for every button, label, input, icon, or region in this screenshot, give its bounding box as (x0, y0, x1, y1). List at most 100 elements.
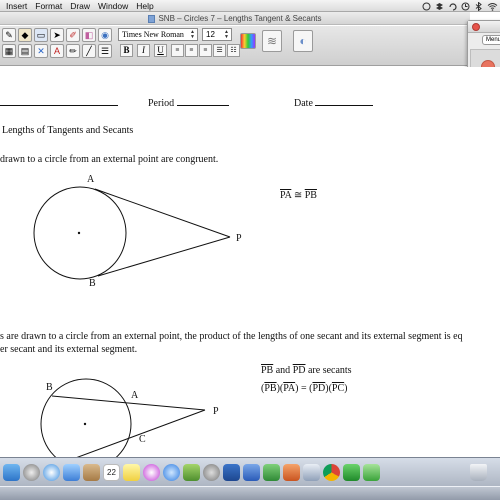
equals-sign: = (300, 383, 307, 394)
magic-pen-icon[interactable]: ✏ (66, 44, 80, 58)
panel-menu-button[interactable]: Menu (482, 35, 500, 45)
sync-icon[interactable] (448, 2, 457, 11)
numbered-list-icon[interactable]: ☷ (227, 44, 240, 57)
secants-suffix: are secants (307, 365, 352, 376)
segment-pb-secant: PB (261, 365, 274, 376)
secant-circle-center (83, 422, 87, 426)
font-size-stepper-icon: ▲ ▼ (224, 29, 229, 40)
tangent-congruence: PA ≅ PB (280, 190, 317, 201)
segment-pb: PB (304, 190, 317, 201)
eq-segment-pc: PC (331, 383, 345, 394)
secant-figure (40, 378, 206, 457)
notes-icon[interactable] (123, 464, 140, 481)
mail-icon[interactable] (63, 464, 80, 481)
tangent-figure (33, 186, 231, 280)
font-family-stepper-icon: ▲ ▼ (190, 30, 195, 40)
app-store-icon[interactable] (163, 464, 180, 481)
bold-button[interactable]: B (120, 44, 133, 57)
finder-icon[interactable] (3, 464, 20, 481)
time-machine-icon[interactable] (461, 2, 470, 11)
segment-pa: PA (280, 190, 292, 201)
eq-segment-pa: PA (283, 383, 296, 394)
point-b-label: B (89, 278, 96, 289)
photos-icon[interactable] (183, 464, 200, 481)
dock: 22 (0, 457, 500, 500)
font-family-select[interactable]: Times New Roman ▲ ▼ (118, 28, 198, 41)
eq-segment-pb: PB (264, 383, 277, 394)
secant-point-c-label: C (139, 434, 146, 445)
menu-help[interactable]: Help (132, 0, 157, 12)
menu-insert[interactable]: Insert (0, 0, 31, 12)
excel-icon[interactable] (263, 464, 280, 481)
segment-pd-secant: PD (292, 365, 306, 376)
wifi-icon[interactable] (487, 2, 498, 11)
theorem-2-line-1: s are drawn to a circle from an external… (0, 331, 463, 342)
word-icon[interactable] (243, 464, 260, 481)
line-style-icon[interactable]: ≋ (262, 30, 282, 52)
facetime-icon[interactable] (363, 464, 380, 481)
color-palette-icon[interactable] (240, 33, 256, 49)
pen-icon[interactable]: ✎ (2, 28, 16, 42)
text-icon[interactable]: A (50, 44, 64, 58)
point-p-label: P (236, 233, 242, 244)
chrome-icon[interactable] (323, 464, 340, 481)
menu-bar: Insert Format Draw Window Help (0, 0, 500, 12)
secant-equation: (PB)(PA) = (PD)(PC) (261, 383, 348, 394)
notification-icon[interactable] (422, 2, 431, 11)
contacts-icon[interactable] (83, 464, 100, 481)
safari-icon[interactable] (43, 464, 60, 481)
italic-button[interactable]: I (137, 44, 150, 57)
tangent-circle-center (77, 231, 81, 235)
eraser-icon[interactable]: ◧ (82, 28, 96, 42)
secants-statement: PB and PD are secants (261, 365, 352, 376)
tangent-line-pb (97, 236, 231, 277)
close-box-icon[interactable]: ✕ (34, 44, 48, 58)
window-title: SNB – Circles 7 – Lengths Tangent & Seca… (158, 14, 322, 23)
panel-close-icon[interactable] (472, 23, 480, 31)
and-word: and (275, 365, 291, 376)
point-a-label: A (87, 174, 95, 185)
document-icon (148, 14, 156, 23)
launchpad-icon[interactable] (23, 464, 40, 481)
properties-icon[interactable]: ☰ (98, 44, 112, 58)
itunes-icon[interactable] (143, 464, 160, 481)
menu-draw[interactable]: Draw (66, 0, 94, 12)
status-area (422, 0, 500, 12)
fill-icon[interactable]: ◉ (98, 28, 112, 42)
smart-notebook-icon[interactable] (223, 464, 240, 481)
align-left-icon[interactable]: ≡ (171, 44, 184, 57)
font-size-select[interactable]: 12 ▲ ▼ (202, 28, 232, 41)
dropbox-icon[interactable] (435, 2, 444, 11)
document-page[interactable]: Period Date Lengths of Tangents and Seca… (0, 67, 500, 457)
screen-icon[interactable]: ▭ (34, 28, 48, 42)
preview-icon[interactable] (303, 464, 320, 481)
trash-icon[interactable] (470, 464, 487, 481)
tangent-secant-figures (33, 186, 231, 457)
line-icon[interactable]: ╱ (82, 44, 96, 58)
dock-shelf (0, 486, 500, 500)
align-right-icon[interactable]: ≡ (199, 44, 212, 57)
shapes-icon[interactable]: ◆ (18, 28, 32, 42)
secant-point-p-label: P (213, 406, 219, 417)
secant-circle (40, 378, 132, 457)
theorem-2-line-2: er secant and its external segment. (0, 344, 138, 355)
powerpoint-icon[interactable] (283, 464, 300, 481)
select-arrow-icon[interactable]: ➤ (50, 28, 64, 42)
table-icon[interactable]: ▦ (2, 44, 16, 58)
calendar-icon[interactable]: 22 (103, 464, 120, 481)
congruent-symbol: ≅ (293, 190, 303, 201)
align-center-icon[interactable]: ≡ (185, 44, 198, 57)
menu-format[interactable]: Format (31, 0, 66, 12)
underline-button[interactable]: U (154, 44, 167, 57)
bullet-list-icon[interactable]: ☰ (213, 44, 226, 57)
fill-effects-icon[interactable]: ◐ (293, 30, 313, 52)
tangent-line-pa (94, 188, 231, 238)
secant-point-a-label: A (131, 390, 139, 401)
camtasia-icon[interactable] (343, 464, 360, 481)
pen-tool-icon[interactable]: ✐ (66, 28, 80, 42)
secant-point-b-label: B (46, 382, 53, 393)
menu-window[interactable]: Window (94, 0, 132, 12)
system-preferences-icon[interactable] (203, 464, 220, 481)
grid-icon[interactable]: ▤ (18, 44, 32, 58)
bluetooth-icon[interactable] (474, 0, 483, 12)
